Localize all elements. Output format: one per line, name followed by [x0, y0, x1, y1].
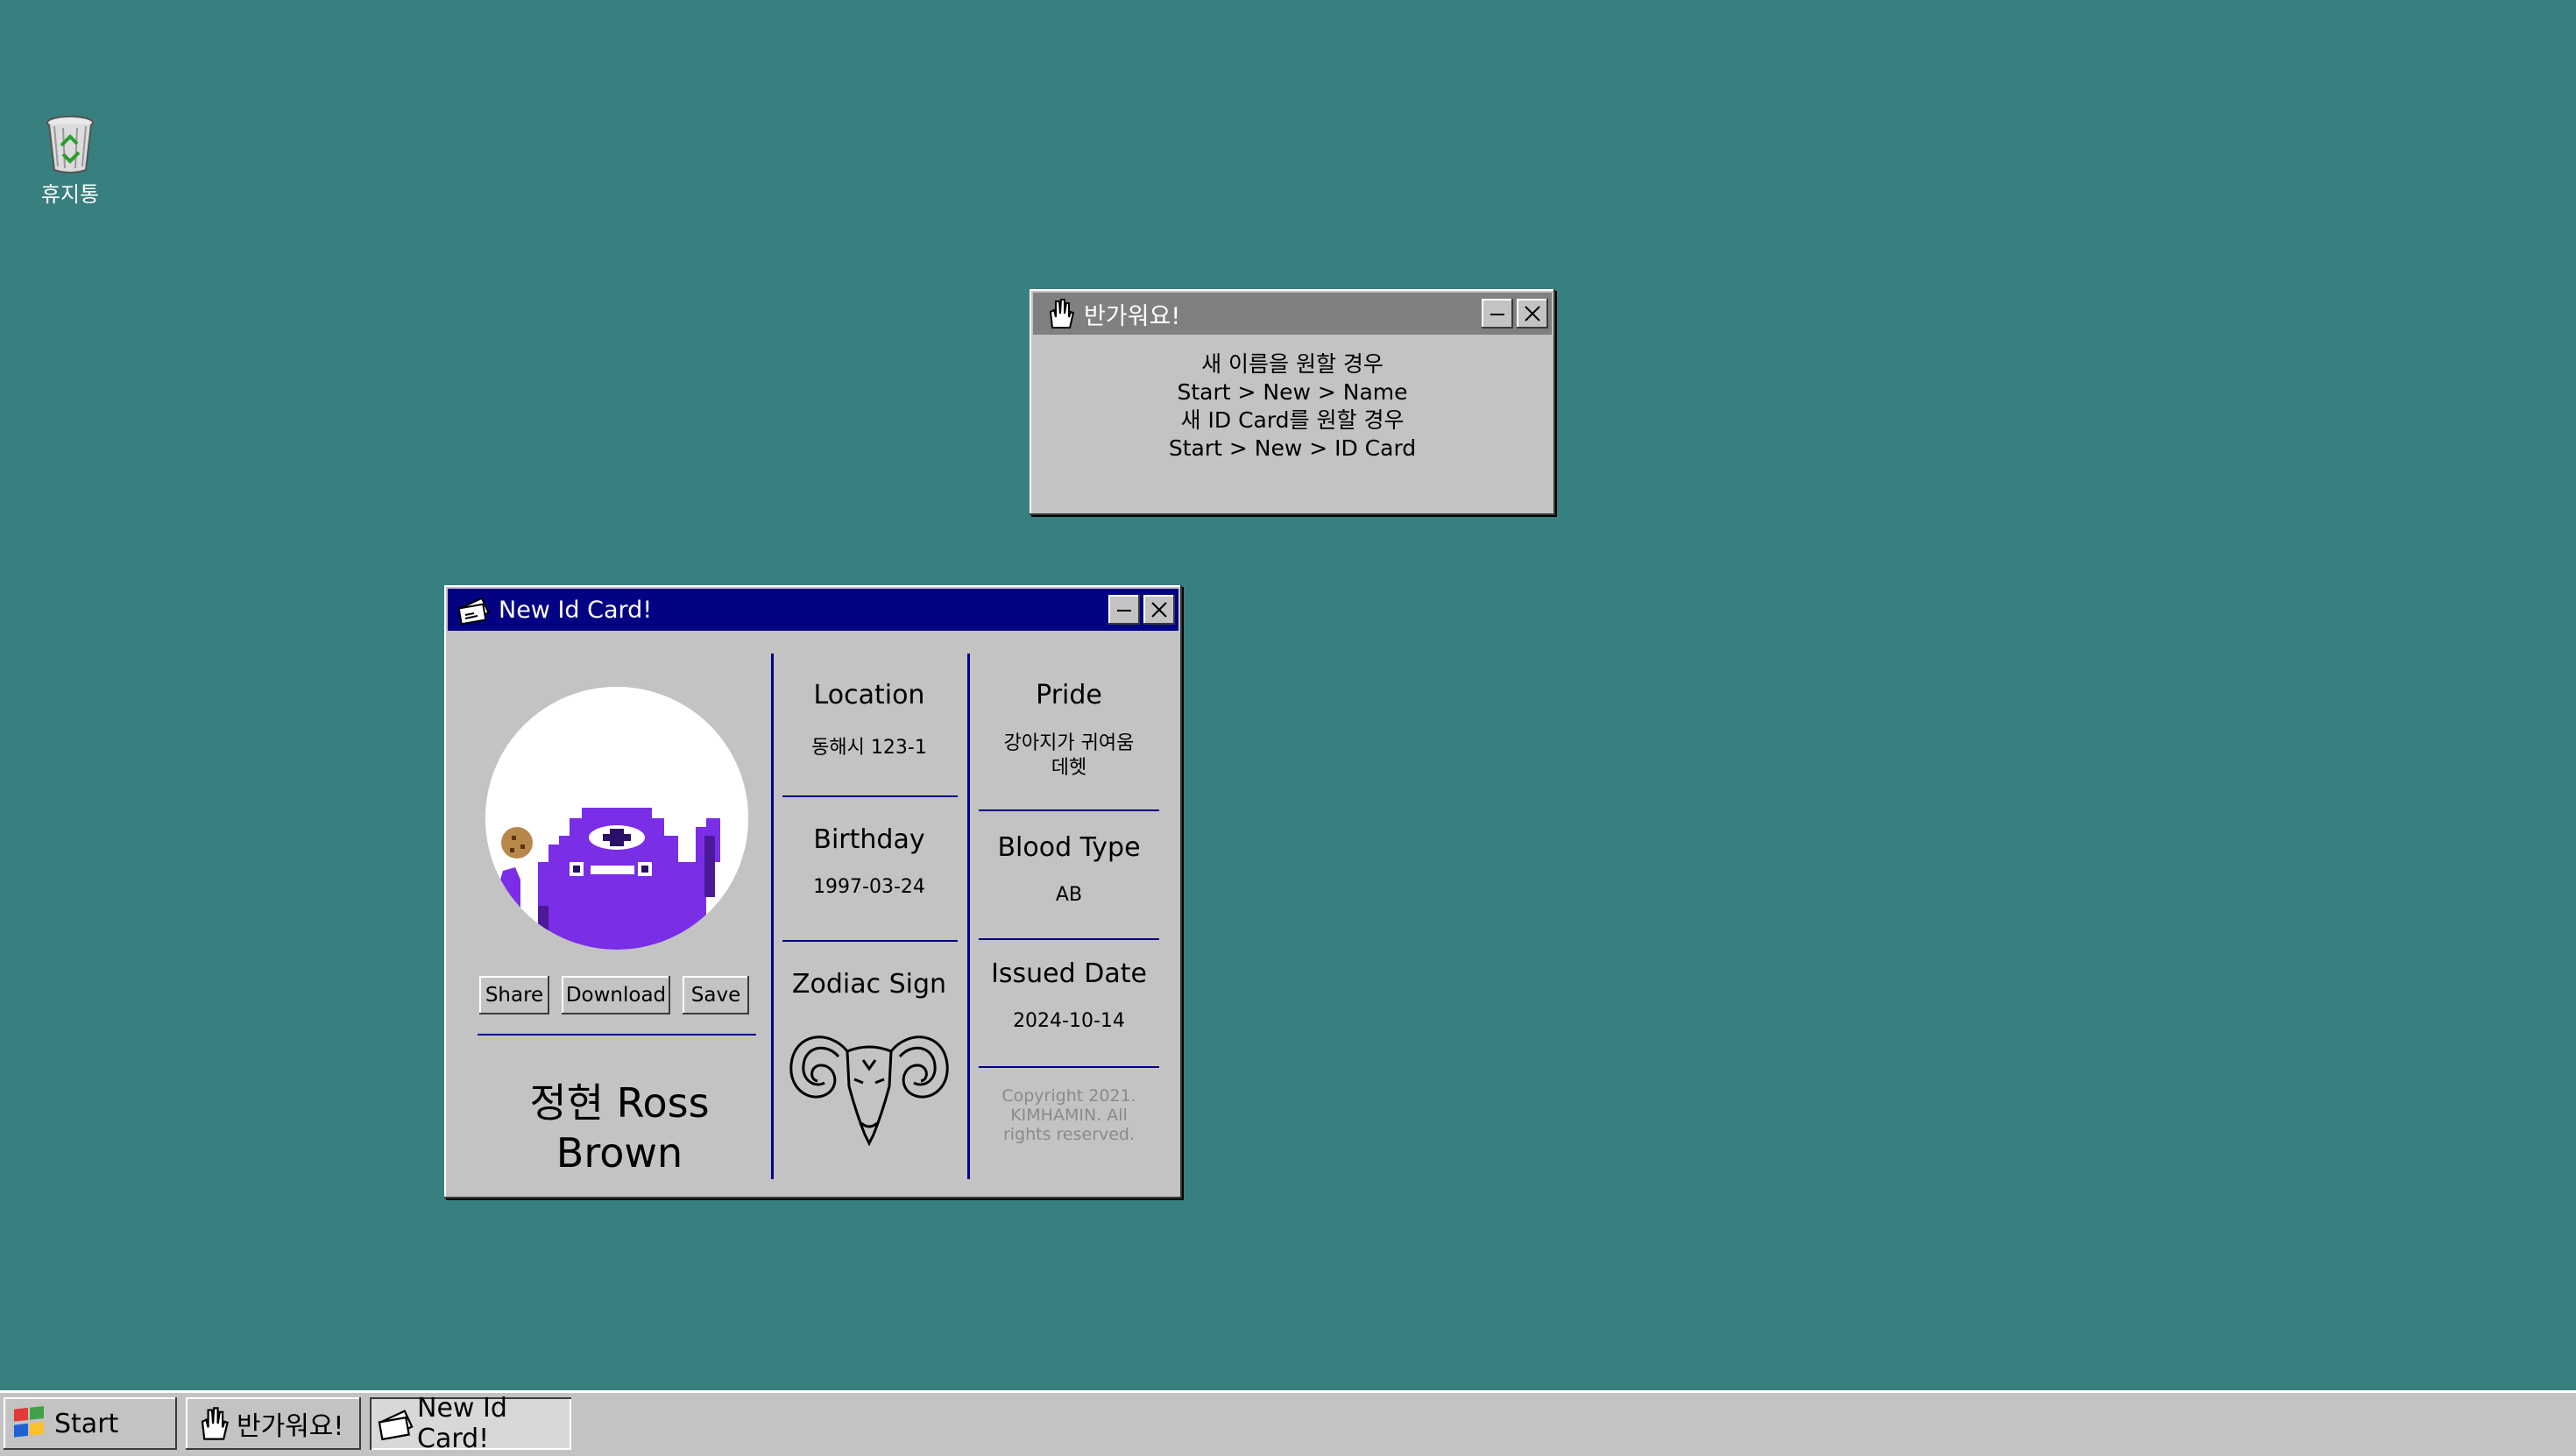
divider — [979, 1066, 1159, 1068]
divider — [979, 938, 1159, 940]
minimize-button[interactable] — [1108, 595, 1140, 625]
issued-date-label: Issued Date — [991, 958, 1147, 989]
taskbar-item-id-card[interactable]: New Id Card! — [370, 1393, 571, 1454]
divider — [782, 940, 958, 942]
welcome-line: Start > New > Name — [1177, 379, 1408, 405]
birthday-label: Birthday — [813, 824, 925, 855]
download-button[interactable]: Download — [562, 976, 670, 1014]
minimize-icon — [1490, 314, 1504, 315]
location-label: Location — [813, 680, 925, 710]
issued-date-value: 2024-10-14 — [1013, 1010, 1125, 1032]
close-icon — [1525, 306, 1540, 322]
id-card-title: New Id Card! — [499, 596, 653, 624]
location-field: Location 동해시 123-1 — [782, 680, 957, 760]
hand-icon — [193, 1404, 231, 1443]
id-card-titlebar[interactable]: New Id Card! — [448, 589, 1178, 631]
zodiac-field: Zodiac Sign — [782, 969, 957, 1000]
desktop-icon-label: 휴지통 — [40, 182, 100, 207]
close-icon — [1151, 602, 1167, 618]
id-card-window: New Id Card! Share Download Save 정현 Ross… — [444, 585, 1182, 1198]
welcome-line: 새 이름을 원할 경우 — [1201, 351, 1384, 377]
pride-value: 강아지가 귀여움 데헷 — [1003, 732, 1135, 779]
minimize-icon — [1117, 610, 1131, 611]
close-button[interactable] — [1517, 299, 1548, 329]
start-label: Start — [54, 1408, 119, 1439]
recycle-bin-icon — [42, 114, 98, 175]
ram-aries-icon — [786, 1025, 952, 1148]
birthday-value: 1997-03-24 — [813, 876, 925, 898]
divider — [782, 795, 958, 797]
purple-monster-avatar — [485, 687, 748, 950]
issued-date-field: Issued Date 2024-10-14 — [977, 958, 1161, 1032]
close-button[interactable] — [1143, 595, 1175, 625]
taskbar: Start 반가워요! New Id Card! — [0, 1390, 2576, 1456]
share-button[interactable]: Share — [479, 976, 549, 1014]
welcome-title: 반가워요! — [1084, 302, 1181, 330]
blood-type-field: Blood Type AB — [977, 832, 1161, 906]
divider — [771, 654, 774, 1179]
save-button[interactable]: Save — [683, 976, 749, 1014]
id-card-icon — [456, 592, 492, 627]
hand-icon — [1042, 296, 1077, 331]
taskbar-item-label: New Id Card! — [417, 1393, 507, 1454]
pride-field: Pride 강아지가 귀여움 데헷 — [977, 680, 1161, 781]
welcome-line: Start > New > ID Card — [1168, 435, 1417, 461]
start-button[interactable]: Start — [4, 1397, 177, 1450]
minimize-button[interactable] — [1482, 299, 1513, 329]
blood-type-value: AB — [1055, 884, 1083, 906]
welcome-line: 새 ID Card를 원할 경우 — [1180, 407, 1405, 433]
birthday-field: Birthday 1997-03-24 — [782, 824, 957, 898]
id-card-icon — [377, 1404, 415, 1443]
windows-logo-icon — [11, 1404, 49, 1443]
divider — [967, 654, 970, 1179]
divider — [979, 809, 1159, 811]
desktop-icon-recycle-bin[interactable]: 휴지통 — [26, 114, 114, 208]
divider — [478, 1034, 756, 1035]
welcome-body: 새 이름을 원할 경우 Start > New > Name 새 ID Card… — [1030, 350, 1555, 463]
location-value: 동해시 123-1 — [811, 737, 927, 759]
welcome-window: 반가워요! 새 이름을 원할 경우 Start > New > Name 새 I… — [1030, 289, 1555, 515]
zodiac-label: Zodiac Sign — [791, 969, 947, 1000]
welcome-titlebar[interactable]: 반가워요! — [1033, 293, 1552, 335]
card-holder-name: 정현 Ross Brown — [529, 1079, 710, 1177]
avatar — [485, 687, 748, 950]
pride-label: Pride — [1036, 680, 1102, 710]
copyright-text: Copyright 2021. KIMHAMIN. All rights res… — [1001, 1086, 1136, 1144]
taskbar-item-welcome[interactable]: 반가워요! — [186, 1397, 361, 1450]
blood-type-label: Blood Type — [997, 832, 1141, 863]
taskbar-item-label: 반가워요! — [237, 1411, 344, 1442]
